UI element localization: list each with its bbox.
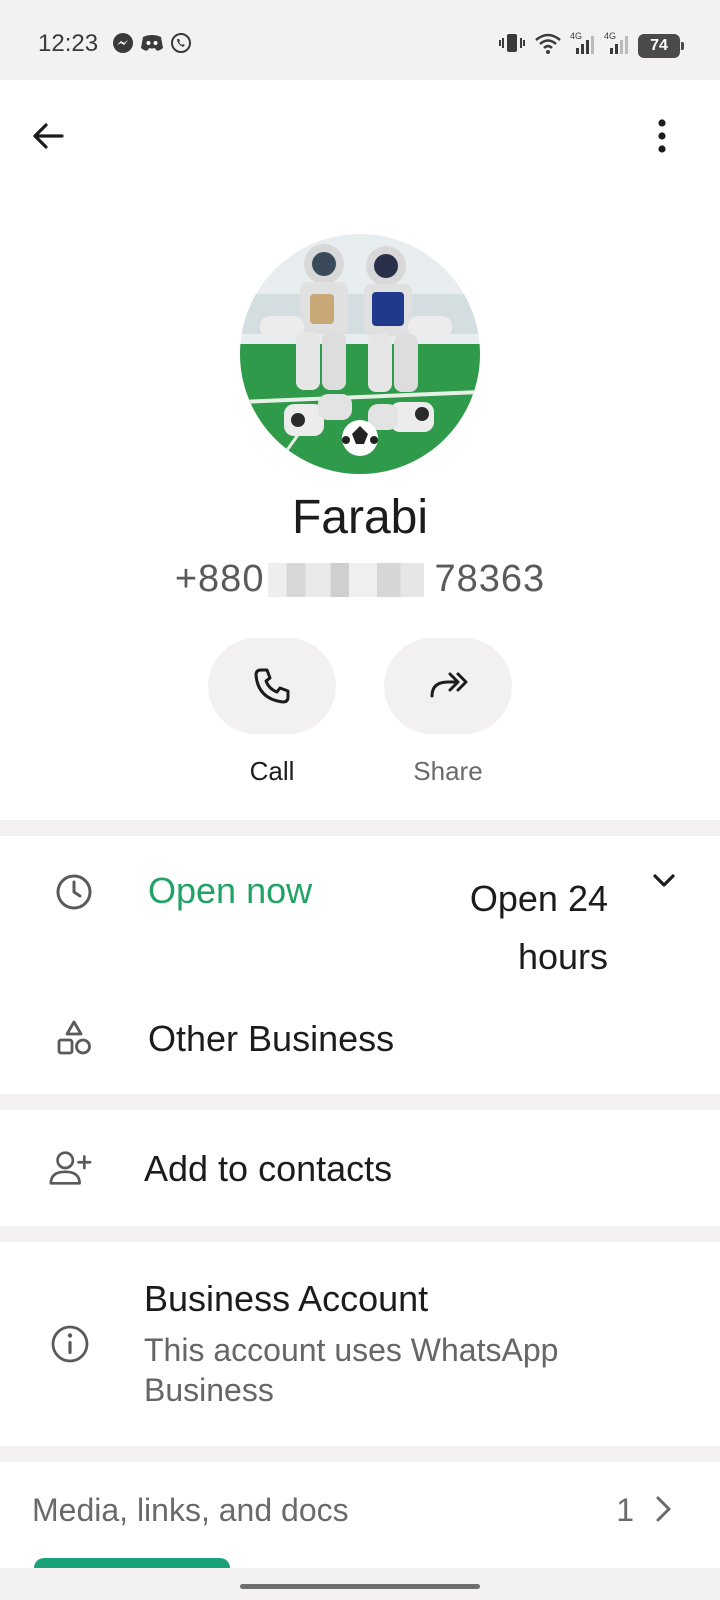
status-time: 12:23 bbox=[38, 30, 99, 57]
chevron-right-icon bbox=[650, 1492, 676, 1531]
share-button[interactable] bbox=[384, 638, 512, 734]
profile-photo[interactable] bbox=[240, 234, 480, 474]
add-to-contacts-row[interactable]: Add to contacts bbox=[0, 1110, 720, 1226]
business-category: Other Business bbox=[148, 1018, 395, 1059]
notification-icons bbox=[112, 32, 192, 59]
discord-icon bbox=[140, 32, 164, 59]
media-links-docs-row[interactable]: Media, links, and docs 1 bbox=[0, 1462, 720, 1578]
clock-icon bbox=[52, 870, 96, 914]
network-type-1: 4G bbox=[570, 31, 582, 41]
more-vertical-icon bbox=[658, 119, 666, 153]
system-icons: 4G 4G 74 bbox=[498, 30, 684, 61]
add-person-icon bbox=[48, 1146, 92, 1190]
vibrate-icon bbox=[498, 31, 526, 60]
phone-prefix: +880 bbox=[174, 558, 265, 600]
category-icon bbox=[52, 1016, 96, 1060]
more-options-button[interactable] bbox=[640, 114, 684, 158]
battery-level: 74 bbox=[650, 36, 668, 54]
arrow-left-icon bbox=[33, 123, 64, 149]
call-label: Call bbox=[249, 756, 295, 786]
business-account-description: This account uses WhatsApp Business bbox=[144, 1332, 559, 1408]
home-indicator[interactable] bbox=[240, 1584, 480, 1589]
wifi-icon bbox=[534, 31, 562, 60]
business-hours[interactable]: Open 24 hours bbox=[428, 870, 608, 986]
share-action[interactable]: Share bbox=[384, 638, 512, 787]
status-bar: 12:23 4G 4G 74 bbox=[0, 0, 720, 80]
hours-expand-button[interactable] bbox=[648, 864, 680, 901]
whatsapp-icon bbox=[170, 32, 192, 59]
chevron-down-icon bbox=[653, 874, 675, 887]
contact-header: Farabi +880 78363 Call Share bbox=[0, 80, 720, 820]
share-label: Share bbox=[413, 756, 483, 786]
media-count: 1 bbox=[616, 1492, 634, 1528]
battery-icon: 74 bbox=[638, 33, 684, 58]
contact-name: Farabi bbox=[291, 491, 429, 544]
back-button[interactable] bbox=[26, 114, 70, 158]
phone-icon bbox=[254, 668, 290, 704]
media-label: Media, links, and docs bbox=[32, 1492, 349, 1528]
business-account-title: Business Account bbox=[144, 1278, 429, 1319]
signal-icon-1: 4G bbox=[570, 30, 596, 61]
info-icon bbox=[48, 1322, 92, 1366]
add-to-contacts-label: Add to contacts bbox=[144, 1148, 393, 1189]
phone-redaction bbox=[268, 563, 424, 597]
open-status: Open now bbox=[148, 870, 313, 911]
phone-suffix: 78363 bbox=[434, 558, 546, 600]
network-type-2: 4G bbox=[604, 31, 616, 41]
share-icon bbox=[430, 672, 468, 698]
business-account-card[interactable]: Business Account This account uses Whats… bbox=[0, 1242, 720, 1446]
messenger-icon bbox=[112, 32, 134, 59]
call-button[interactable] bbox=[208, 638, 336, 734]
call-action[interactable]: Call bbox=[208, 638, 336, 787]
gesture-nav-bar bbox=[0, 1568, 720, 1600]
business-info-card: Open now Open 24 hours Other Business bbox=[0, 836, 720, 1094]
signal-icon-2: 4G bbox=[604, 30, 630, 61]
